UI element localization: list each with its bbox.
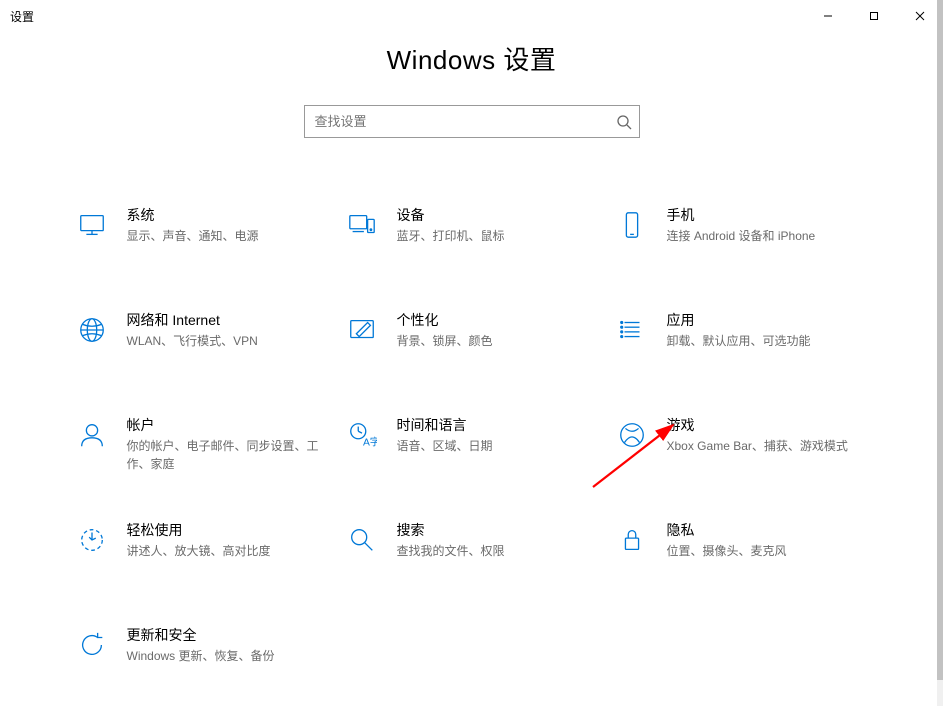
apps-icon: [615, 313, 649, 347]
globe-icon: [75, 313, 109, 347]
tile-privacy[interactable]: 隐私 位置、摄像头、麦克风: [607, 507, 877, 612]
tile-accounts[interactable]: 帐户 你的帐户、电子邮件、同步设置、工作、家庭: [67, 402, 337, 507]
search-tile-icon: [345, 523, 379, 557]
tile-desc: 语音、区域、日期: [397, 437, 599, 455]
window-title: 设置: [10, 8, 34, 25]
scrollbar-thumb[interactable]: [937, 0, 943, 680]
time-language-icon: A字: [345, 418, 379, 452]
search-box: [304, 105, 640, 138]
personalize-icon: [345, 313, 379, 347]
tile-gaming[interactable]: 游戏 Xbox Game Bar、捕获、游戏模式: [607, 402, 877, 507]
tile-desc: 卸载、默认应用、可选功能: [667, 332, 869, 350]
tile-personalization[interactable]: 个性化 背景、锁屏、颜色: [337, 297, 607, 402]
search-icon: [616, 114, 632, 130]
tile-title: 更新和安全: [127, 626, 329, 644]
tile-title: 搜索: [397, 521, 599, 539]
tile-desc: 显示、声音、通知、电源: [127, 227, 329, 245]
ease-icon: [75, 523, 109, 557]
tile-desc: 讲述人、放大镜、高对比度: [127, 542, 329, 560]
search-region: [0, 105, 943, 138]
tile-time-language[interactable]: A字 时间和语言 语音、区域、日期: [337, 402, 607, 507]
search-input[interactable]: [304, 105, 640, 138]
tile-desc: Windows 更新、恢复、备份: [127, 647, 329, 665]
tile-title: 隐私: [667, 521, 869, 539]
tile-apps[interactable]: 应用 卸载、默认应用、可选功能: [607, 297, 877, 402]
tile-desc: 位置、摄像头、麦克风: [667, 542, 869, 560]
tile-desc: 连接 Android 设备和 iPhone: [667, 227, 869, 245]
maximize-button[interactable]: [851, 0, 897, 32]
tile-system[interactable]: 系统 显示、声音、通知、电源: [67, 192, 337, 297]
tile-title: 时间和语言: [397, 416, 599, 434]
tile-devices[interactable]: 设备 蓝牙、打印机、鼠标: [337, 192, 607, 297]
tile-desc: 查找我的文件、权限: [397, 542, 599, 560]
scrollbar[interactable]: [937, 0, 943, 706]
tile-title: 设备: [397, 206, 599, 224]
page-title: Windows 设置: [0, 40, 943, 77]
system-icon: [75, 208, 109, 242]
tile-ease-of-access[interactable]: 轻松使用 讲述人、放大镜、高对比度: [67, 507, 337, 612]
tile-desc: 你的帐户、电子邮件、同步设置、工作、家庭: [127, 437, 329, 473]
tile-title: 应用: [667, 311, 869, 329]
tile-phone[interactable]: 手机 连接 Android 设备和 iPhone: [607, 192, 877, 297]
window-controls: [805, 0, 943, 32]
tile-desc: 蓝牙、打印机、鼠标: [397, 227, 599, 245]
update-icon: [75, 628, 109, 662]
tile-network[interactable]: 网络和 Internet WLAN、飞行模式、VPN: [67, 297, 337, 402]
phone-icon: [615, 208, 649, 242]
tile-desc: WLAN、飞行模式、VPN: [127, 332, 329, 350]
tile-desc: 背景、锁屏、颜色: [397, 332, 599, 350]
tile-search[interactable]: 搜索 查找我的文件、权限: [337, 507, 607, 612]
tile-desc: Xbox Game Bar、捕获、游戏模式: [667, 437, 869, 455]
tile-title: 网络和 Internet: [127, 311, 329, 329]
tile-title: 个性化: [397, 311, 599, 329]
tile-title: 帐户: [127, 416, 329, 434]
titlebar: 设置: [0, 0, 943, 32]
tile-title: 游戏: [667, 416, 869, 434]
settings-grid: 系统 显示、声音、通知、电源 设备 蓝牙、打印机、鼠标 手机 连接 Androi…: [67, 192, 877, 706]
devices-icon: [345, 208, 379, 242]
tile-title: 手机: [667, 206, 869, 224]
tile-title: 轻松使用: [127, 521, 329, 539]
tile-update[interactable]: 更新和安全 Windows 更新、恢复、备份: [67, 612, 337, 706]
minimize-button[interactable]: [805, 0, 851, 32]
accounts-icon: [75, 418, 109, 452]
page-header: Windows 设置: [0, 40, 943, 77]
lock-icon: [615, 523, 649, 557]
xbox-icon: [615, 418, 649, 452]
tile-title: 系统: [127, 206, 329, 224]
svg-text:A字: A字: [362, 435, 376, 448]
